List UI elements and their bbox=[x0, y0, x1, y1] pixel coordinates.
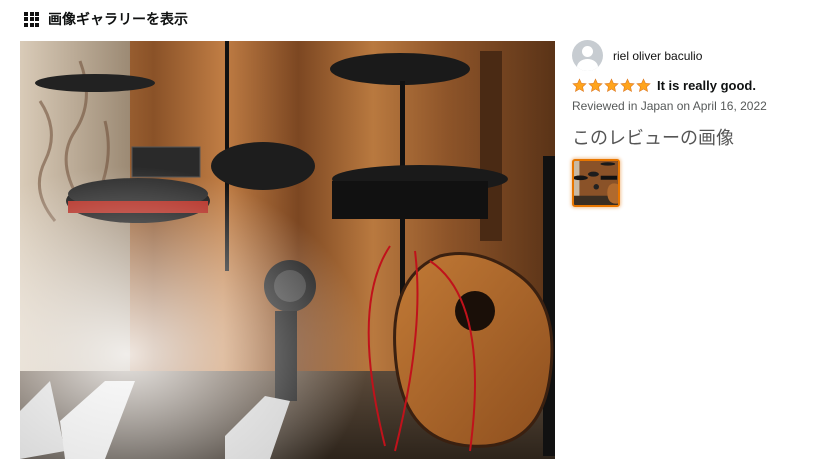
star-rating[interactable] bbox=[572, 78, 651, 93]
review-sidebar: riel oliver baculio It is really good. R… bbox=[572, 40, 808, 207]
review-date: Reviewed in Japan on April 16, 2022 bbox=[572, 99, 767, 113]
star-icon bbox=[636, 78, 651, 92]
reviewer-profile[interactable]: riel oliver baculio bbox=[572, 40, 808, 71]
gallery-header[interactable]: 画像ギャラリーを表示 bbox=[24, 10, 188, 28]
review-images-heading: このレビューの画像 bbox=[572, 128, 734, 148]
review-main-image[interactable] bbox=[20, 41, 555, 459]
avatar[interactable] bbox=[572, 40, 603, 71]
star-icon bbox=[620, 78, 635, 92]
reviewer-name[interactable]: riel oliver baculio bbox=[613, 49, 702, 63]
star-icon bbox=[604, 78, 619, 92]
drum-kit-photo bbox=[20, 41, 555, 459]
gallery-header-title[interactable]: 画像ギャラリーを表示 bbox=[48, 9, 188, 29]
review-title[interactable]: It is really good. bbox=[657, 78, 756, 93]
star-icon bbox=[572, 78, 587, 92]
review-image-thumbnail[interactable] bbox=[572, 159, 620, 207]
star-icon bbox=[588, 78, 603, 92]
grid-icon bbox=[24, 11, 39, 27]
review-rating-row: It is really good. bbox=[572, 78, 808, 93]
thumbnail-photo bbox=[574, 161, 618, 205]
